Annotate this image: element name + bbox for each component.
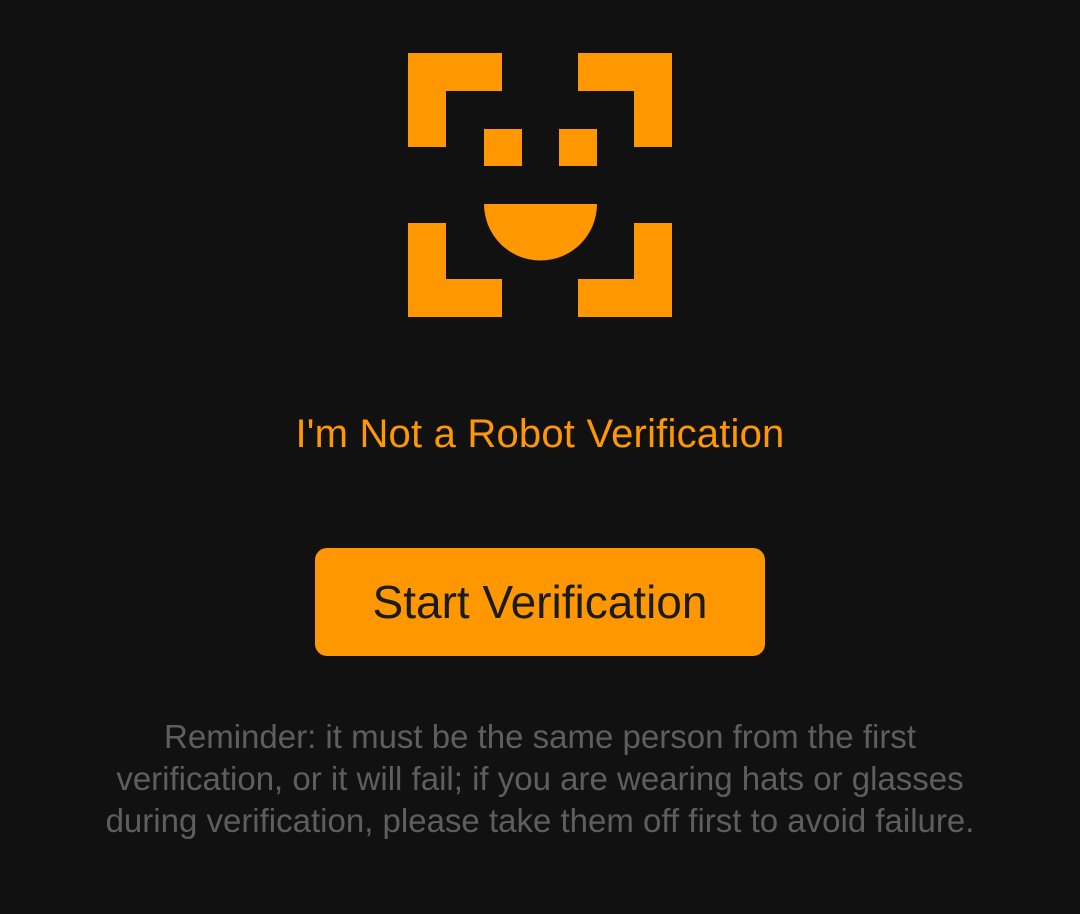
corner-top-left-side bbox=[408, 53, 446, 147]
corner-top-right-side bbox=[634, 53, 672, 147]
smile bbox=[484, 204, 597, 261]
left-eye bbox=[484, 129, 522, 166]
page-title: I'm Not a Robot Verification bbox=[295, 412, 785, 456]
corner-bottom-left-side bbox=[408, 223, 446, 317]
corner-bottom-right-side bbox=[634, 223, 672, 317]
right-eye bbox=[559, 129, 597, 166]
reminder-text: Reminder: it must be the same person fro… bbox=[105, 718, 975, 839]
face-scan-icon bbox=[408, 53, 672, 317]
start-verification-button[interactable]: Start Verification bbox=[315, 548, 765, 656]
